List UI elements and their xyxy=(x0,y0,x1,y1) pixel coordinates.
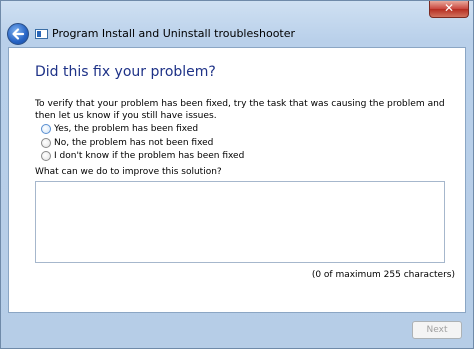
feedback-textarea[interactable] xyxy=(35,181,445,263)
radio-yes-fixed[interactable] xyxy=(41,124,51,134)
character-count: (0 of maximum 255 characters) xyxy=(311,270,455,280)
navigation-bar: Program Install and Uninstall troublesho… xyxy=(1,21,473,47)
footer-bar: Next xyxy=(1,313,473,349)
back-arrow-icon xyxy=(12,28,25,40)
troubleshooter-app-icon xyxy=(35,29,48,39)
window-title: Program Install and Uninstall troublesho… xyxy=(52,27,296,40)
next-button[interactable]: Next xyxy=(412,321,462,339)
intro-text: To verify that your problem has been fix… xyxy=(35,99,445,121)
close-icon: ✕ xyxy=(443,1,455,15)
improve-label: What can we do to improve this solution? xyxy=(35,167,222,177)
page-title: Did this fix your problem? xyxy=(35,64,216,80)
radio-not-fixed[interactable] xyxy=(41,138,51,148)
radio-dont-know[interactable] xyxy=(41,151,51,161)
option-yes-fixed[interactable]: Yes, the problem has been fixed xyxy=(41,123,241,135)
option-not-fixed[interactable]: No, the problem has not been fixed xyxy=(41,137,261,149)
option-dont-know[interactable]: I don't know if the problem has been fix… xyxy=(41,150,291,162)
option-not-fixed-label[interactable]: No, the problem has not been fixed xyxy=(54,137,213,149)
option-dont-know-label[interactable]: I don't know if the problem has been fix… xyxy=(54,150,244,162)
title-bar: ✕ xyxy=(1,1,473,21)
content-panel: Did this fix your problem? To verify tha… xyxy=(8,47,466,313)
troubleshooter-window: ✕ Program Install and Uninstall troubles… xyxy=(0,0,474,349)
back-button[interactable] xyxy=(7,23,29,45)
option-yes-label[interactable]: Yes, the problem has been fixed xyxy=(54,123,198,135)
close-button[interactable]: ✕ xyxy=(429,1,469,18)
